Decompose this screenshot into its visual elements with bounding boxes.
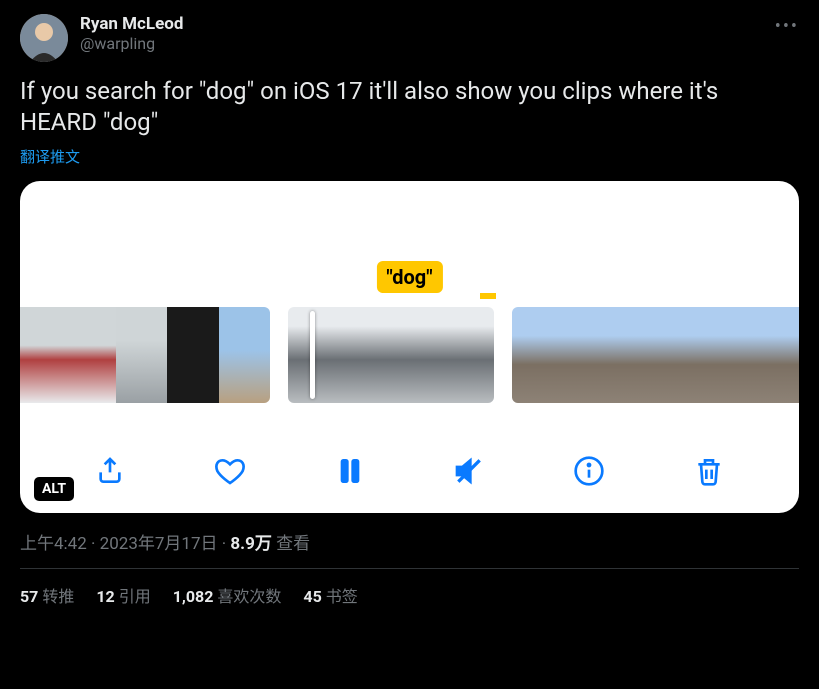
search-tag-tick xyxy=(480,293,496,299)
tweet-container: Ryan McLeod @warpling ••• If you search … xyxy=(0,0,819,617)
more-button[interactable]: ••• xyxy=(775,16,799,37)
alt-badge[interactable]: ALT xyxy=(34,477,74,501)
views-count: 8.9万 xyxy=(230,534,271,554)
clip-group[interactable] xyxy=(288,307,494,403)
clip-frame xyxy=(660,307,709,403)
embedded-media[interactable]: "dog" xyxy=(20,181,799,513)
quote-stat[interactable]: 12引用 xyxy=(96,583,150,607)
clip-frame xyxy=(758,307,799,403)
info-icon[interactable] xyxy=(571,453,607,489)
clip-frame xyxy=(288,307,357,403)
views-label: 查看 xyxy=(276,534,310,554)
timestamp-time[interactable]: 上午4:42 xyxy=(20,534,87,554)
clip-frame xyxy=(65,307,116,403)
tweet-text: If you search for "dog" on iOS 17 it'll … xyxy=(20,76,799,138)
author-name[interactable]: Ryan McLeod xyxy=(80,14,183,34)
playhead[interactable] xyxy=(310,311,315,399)
tweet-header: Ryan McLeod @warpling ••• xyxy=(20,14,799,62)
clip-frame xyxy=(610,307,659,403)
author-block: Ryan McLeod @warpling xyxy=(80,14,183,53)
tweet-meta: 上午4:42 · 2023年7月17日 · 8.9万 查看 xyxy=(20,529,799,554)
clip-frame xyxy=(709,307,758,403)
clip-group[interactable] xyxy=(20,307,270,403)
clip-frame xyxy=(356,307,425,403)
avatar[interactable] xyxy=(20,14,68,62)
video-timeline[interactable] xyxy=(20,307,799,403)
clip-group[interactable] xyxy=(512,307,799,403)
media-controls xyxy=(20,453,799,489)
mute-icon[interactable] xyxy=(451,453,487,489)
like-stat[interactable]: 1,082喜欢次数 xyxy=(173,583,282,607)
retweet-stat[interactable]: 57转推 xyxy=(20,583,74,607)
clip-frame xyxy=(561,307,610,403)
clip-frame xyxy=(512,307,561,403)
divider xyxy=(20,568,799,569)
share-icon[interactable] xyxy=(92,453,128,489)
clip-frame xyxy=(116,307,167,403)
trash-icon[interactable] xyxy=(691,453,727,489)
search-tag-label: "dog" xyxy=(376,261,442,293)
clip-frame xyxy=(425,307,494,403)
heart-icon[interactable] xyxy=(212,453,248,489)
author-handle[interactable]: @warpling xyxy=(80,34,183,53)
clip-frame xyxy=(219,307,270,403)
timestamp-date[interactable]: 2023年7月17日 xyxy=(100,534,218,554)
translate-link[interactable]: 翻译推文 xyxy=(20,146,799,167)
bookmark-stat[interactable]: 45书签 xyxy=(303,583,357,607)
clip-frame xyxy=(167,307,218,403)
clip-frame xyxy=(20,307,65,403)
pause-icon[interactable] xyxy=(332,453,368,489)
stats-row: 57转推 12引用 1,082喜欢次数 45书签 xyxy=(20,583,799,607)
